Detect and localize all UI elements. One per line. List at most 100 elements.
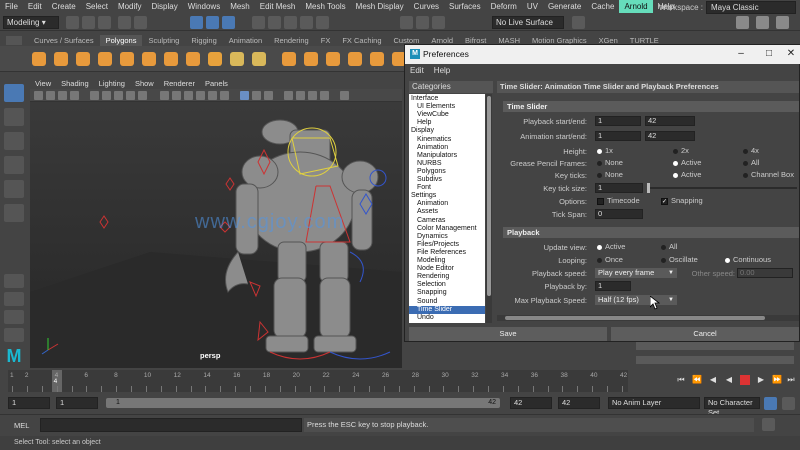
menu-modify[interactable]: Modify	[113, 0, 147, 13]
super-shape-icon[interactable]	[208, 52, 222, 66]
looping-continuous-radio[interactable]: Continuous	[725, 255, 771, 264]
poly-cylinder-icon[interactable]	[76, 52, 90, 66]
max-playback-speed-dropdown[interactable]: Half (12 fps) ▼	[595, 295, 677, 305]
category-item[interactable]: Animation	[409, 200, 448, 208]
category-item[interactable]: NURBS	[409, 160, 442, 168]
platonic-solid-icon[interactable]	[186, 52, 200, 66]
section-playback[interactable]: Playback	[503, 227, 799, 238]
type-icon[interactable]	[230, 52, 244, 66]
playback-start-field[interactable]: 1	[595, 116, 641, 126]
menu-surfaces[interactable]: Surfaces	[444, 0, 486, 13]
time-slider-track[interactable]: 4 1 2 4 6 8 10 12 14 16 18 20 22 24 26 28 30 32 34 36 38 40 4…	[8, 370, 628, 392]
step-forward-key-icon[interactable]: ⏩	[772, 375, 782, 385]
category-item[interactable]: ViewCube	[409, 111, 449, 119]
shelf-tab-rendering[interactable]: Rendering	[268, 35, 315, 46]
category-item[interactable]: Time Slider	[409, 305, 485, 314]
svg-icon[interactable]	[252, 52, 266, 66]
dialog-menu-help[interactable]: Help	[429, 65, 455, 77]
camera-attributes-icon[interactable]	[46, 91, 55, 100]
snap-point-icon[interactable]	[284, 16, 297, 29]
timecode-checkbox[interactable]: Timecode	[597, 196, 640, 205]
key-tick-size-slider[interactable]	[647, 187, 797, 189]
ipr-render-icon[interactable]	[416, 16, 429, 29]
attribute-editor-toggle-icon[interactable]	[776, 16, 789, 29]
grease-all-radio[interactable]: All	[743, 158, 759, 167]
resolution-gate-icon[interactable]	[114, 91, 123, 100]
keyticks-none-radio[interactable]: None	[597, 170, 623, 179]
category-item[interactable]: Manipulators	[409, 152, 457, 160]
film-gate-icon[interactable]	[102, 91, 111, 100]
category-item[interactable]: UI Elements	[409, 103, 455, 111]
shelf-tab-fx[interactable]: FX	[315, 35, 337, 46]
menu-mesh-display[interactable]: Mesh Display	[351, 0, 409, 13]
lasso-tool-icon[interactable]	[4, 108, 24, 126]
command-input[interactable]	[40, 418, 302, 432]
viewport-menu-renderer[interactable]: Renderer	[159, 78, 200, 89]
category-item[interactable]: Sound	[409, 298, 437, 306]
looping-oscillate-radio[interactable]: Oscillate	[661, 255, 698, 264]
menu-display[interactable]: Display	[147, 0, 183, 13]
category-item[interactable]: Modeling	[409, 257, 445, 265]
paint-select-tool-icon[interactable]	[4, 132, 24, 150]
viewport-panel[interactable]: View Shading Lighting Show Renderer Panels	[30, 78, 402, 368]
category-item[interactable]: Kinematics	[409, 136, 451, 144]
category-item[interactable]: Display	[409, 127, 434, 135]
poly-cone-icon[interactable]	[98, 52, 112, 66]
menu-edit-mesh[interactable]: Edit Mesh	[255, 0, 301, 13]
snapping-checkbox[interactable]: ✓ Snapping	[661, 196, 703, 205]
viewport-menu-shading[interactable]: Shading	[56, 78, 94, 89]
camera-select-icon[interactable]	[34, 91, 43, 100]
smooth-icon[interactable]	[348, 52, 362, 66]
menu-select[interactable]: Select	[81, 0, 113, 13]
key-tick-size-slider-handle[interactable]	[647, 183, 650, 193]
render-settings-icon[interactable]	[432, 16, 445, 29]
category-item[interactable]: Undo	[409, 314, 434, 322]
menu-cache[interactable]: Cache	[586, 0, 619, 13]
script-language-label[interactable]: MEL	[14, 421, 29, 430]
shadows-icon[interactable]	[220, 91, 229, 100]
side-by-side-layout-icon[interactable]	[4, 310, 24, 324]
save-button[interactable]: Save	[409, 327, 607, 341]
menu-deform[interactable]: Deform	[486, 0, 522, 13]
categories-list[interactable]: Interface UI Elements ViewCube Help Display K…	[409, 94, 485, 323]
category-item[interactable]: Settings	[409, 192, 436, 200]
category-item[interactable]: Animation	[409, 144, 448, 152]
xray-icon[interactable]	[240, 91, 249, 100]
content-h-scroll-thumb[interactable]	[505, 316, 765, 320]
animation-end-field[interactable]: 42	[645, 131, 695, 141]
category-item[interactable]: Node Editor	[409, 265, 454, 273]
category-item[interactable]: Cameras	[409, 217, 445, 225]
poly-torus-icon[interactable]	[120, 52, 134, 66]
menu-mesh-tools[interactable]: Mesh Tools	[300, 0, 350, 13]
tick-span-field[interactable]: 0	[595, 209, 643, 219]
workspace-dropdown[interactable]: Maya Classic	[706, 1, 796, 14]
animation-preferences-icon[interactable]	[782, 397, 795, 410]
category-item[interactable]: Font	[409, 184, 431, 192]
minimize-button[interactable]: –	[735, 48, 747, 60]
close-button[interactable]: ✕	[785, 48, 797, 60]
select-object-icon[interactable]	[206, 16, 219, 29]
category-item[interactable]: Help	[409, 119, 431, 127]
play-backwards-icon[interactable]: ◀	[724, 375, 734, 385]
viewport-menu-lighting[interactable]: Lighting	[94, 78, 130, 89]
step-forward-frame-icon[interactable]: ▶	[756, 375, 766, 385]
go-to-start-icon[interactable]: ⏮	[676, 375, 686, 385]
shelf-tab-rigging[interactable]: Rigging	[185, 35, 222, 46]
menu-edit[interactable]: Edit	[23, 0, 47, 13]
section-time-slider[interactable]: Time Slider	[503, 101, 799, 112]
select-tool-icon[interactable]	[4, 84, 24, 102]
select-component-icon[interactable]	[222, 16, 235, 29]
category-item[interactable]: Files/Projects	[409, 241, 459, 249]
menu-create[interactable]: Create	[47, 0, 81, 13]
grid-icon[interactable]	[90, 91, 99, 100]
character-set-dropdown[interactable]: No Character Set	[704, 397, 760, 417]
go-to-end-icon[interactable]: ⏭	[786, 375, 796, 385]
snap-surface-icon[interactable]	[316, 16, 329, 29]
new-scene-icon[interactable]	[66, 16, 79, 29]
category-item[interactable]: File References	[409, 249, 466, 257]
rotate-tool-icon[interactable]	[4, 180, 24, 198]
save-scene-icon[interactable]	[98, 16, 111, 29]
color-management-icon[interactable]	[340, 91, 349, 100]
scene-view[interactable]	[30, 102, 402, 368]
isolate-select-icon[interactable]	[264, 91, 273, 100]
